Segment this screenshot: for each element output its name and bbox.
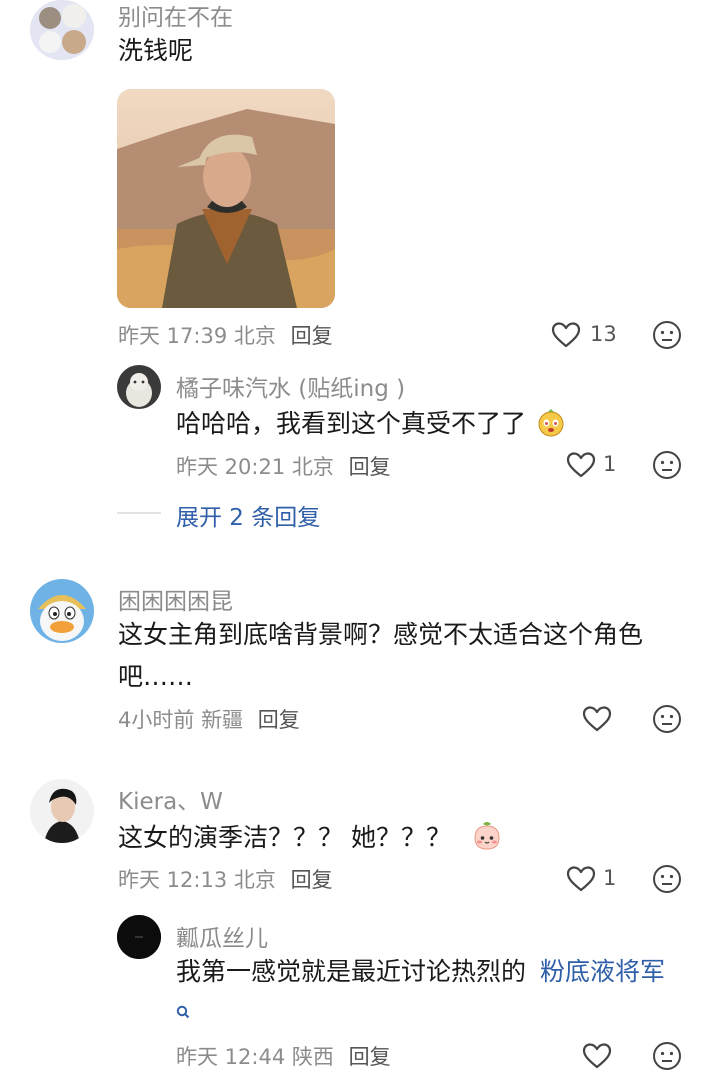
- reply-username[interactable]: 瓤瓜丝儿: [176, 919, 268, 953]
- comment-image[interactable]: [117, 89, 335, 308]
- neutral-face-icon[interactable]: [652, 1041, 682, 1071]
- topic-link[interactable]: 粉底液将军: [540, 957, 665, 986]
- reply-location: 陕西: [291, 1045, 334, 1069]
- neutral-face-icon[interactable]: [652, 704, 682, 734]
- expand-divider: [117, 512, 161, 514]
- comment-text: 洗钱呢: [118, 36, 194, 65]
- reply-time: 昨天 12:44: [176, 1045, 286, 1069]
- emoji-peach-icon: [471, 820, 503, 852]
- heart-outline-icon[interactable]: [566, 865, 596, 893]
- reply-avatar[interactable]: [117, 365, 161, 409]
- like-count: 1: [603, 452, 617, 476]
- expand-replies-button[interactable]: 展开 2 条回复: [176, 498, 320, 532]
- comment-text: 这女的演季洁？？？ 她？？？: [118, 820, 503, 853]
- comment-location: 北京: [233, 324, 276, 348]
- heart-outline-icon[interactable]: [551, 321, 581, 349]
- avatar[interactable]: [30, 0, 94, 60]
- reply-meta: 昨天 12:44 陕西 回复: [176, 1041, 391, 1071]
- heart-outline-icon[interactable]: [566, 451, 596, 479]
- avatar[interactable]: [30, 579, 94, 643]
- reply-location: 北京: [291, 455, 334, 479]
- avatar[interactable]: [30, 779, 94, 843]
- comment-time: 昨天 17:39: [118, 324, 228, 348]
- comment-username[interactable]: 别问在不在: [118, 0, 233, 32]
- comment-username[interactable]: 困困困困昆: [118, 582, 233, 616]
- reply-button[interactable]: 回复: [349, 455, 391, 479]
- reply-button[interactable]: 回复: [291, 324, 333, 348]
- comment-location: 北京: [233, 868, 276, 892]
- neutral-face-icon[interactable]: [652, 320, 682, 350]
- reply-button[interactable]: 回复: [349, 1045, 391, 1069]
- heart-outline-icon[interactable]: [582, 1042, 612, 1070]
- reply-text-content: 我第一感觉就是最近讨论热烈的: [176, 957, 527, 986]
- emoji-sticker-icon: [536, 408, 566, 438]
- reply-avatar[interactable]: [117, 915, 161, 959]
- comment-meta: 4小时前 新疆 回复: [118, 704, 300, 734]
- neutral-face-icon[interactable]: [652, 450, 682, 480]
- reply-button[interactable]: 回复: [258, 708, 300, 732]
- like-count: 1: [603, 866, 617, 890]
- comment-time: 4小时前: [118, 708, 195, 732]
- comment-text-line1: 这女主角到底啥背景啊？感觉不太适合这个角色: [118, 620, 644, 649]
- heart-outline-icon[interactable]: [582, 705, 612, 733]
- comment-text-line2: 吧……: [118, 662, 194, 691]
- reply-text: 哈哈哈，我看到这个真受不了了: [176, 408, 566, 439]
- comment-time: 昨天 12:13: [118, 868, 228, 892]
- search-icon[interactable]: [176, 1005, 190, 1019]
- neutral-face-icon[interactable]: [652, 864, 682, 894]
- comment-meta: 昨天 12:13 北京 回复: [118, 864, 333, 894]
- comment-username[interactable]: Kiera、W: [118, 782, 223, 816]
- reply-button[interactable]: 回复: [291, 868, 333, 892]
- reply-username[interactable]: 橘子味汽水 (贴纸ing ): [176, 369, 405, 403]
- reply-meta: 昨天 20:21 北京 回复: [176, 451, 391, 481]
- comment-text-content: 这女的演季洁？？？ 她？？？: [118, 823, 451, 852]
- reply-text: 我第一感觉就是最近讨论热烈的 粉底液将军: [176, 957, 665, 987]
- comment-meta: 昨天 17:39 北京 回复: [118, 320, 333, 350]
- reply-time: 昨天 20:21: [176, 455, 286, 479]
- comment-location: 新疆: [201, 708, 244, 732]
- like-count: 13: [590, 322, 617, 346]
- reply-text-content: 哈哈哈，我看到这个真受不了了: [176, 409, 527, 438]
